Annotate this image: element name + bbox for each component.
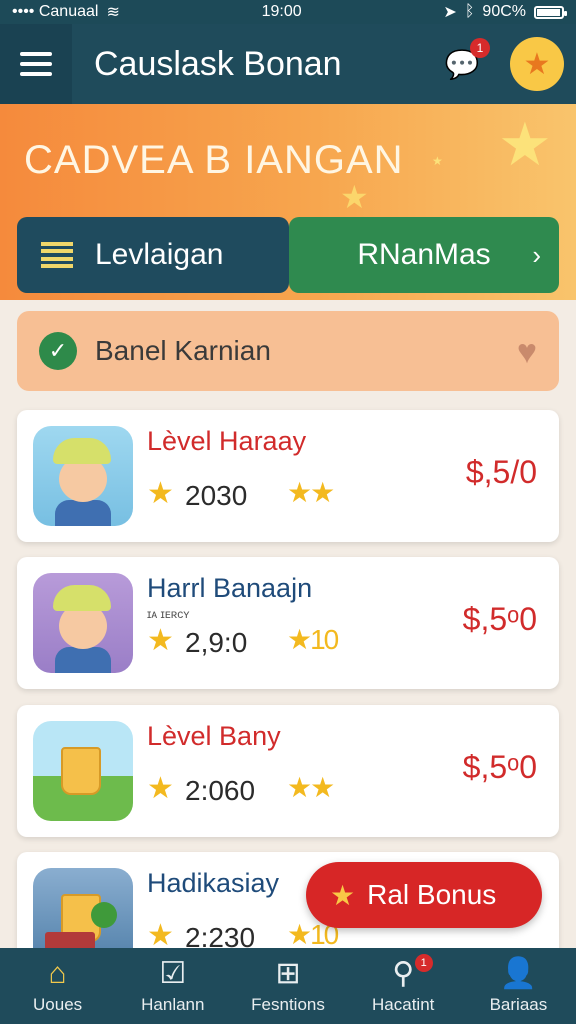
nav-item-tasks[interactable]: ☑ Hanlann xyxy=(115,948,230,1024)
level-rating: ★10 xyxy=(287,624,339,655)
star-icon: ★ xyxy=(523,47,551,81)
wifi-icon: ≋ xyxy=(106,4,120,21)
person-icon: 👤 xyxy=(499,957,538,990)
level-card[interactable]: Harrl Banaajn ɪᴀ ɪᴇʀᴄʏ ★ 2,9:0 ★10 $,5ᵒ0 xyxy=(17,557,559,689)
level-thumbnail xyxy=(33,426,133,526)
nav-label: Hacatint xyxy=(372,995,435,1014)
level-name: Lèvel Bany xyxy=(147,721,281,751)
bluetooth-icon: ᛒ xyxy=(464,3,475,20)
location-icon: ➤ xyxy=(443,4,457,21)
carrier-label: •••• Canuaal xyxy=(12,3,99,20)
level-price: $,5ᵒ0 xyxy=(462,749,537,785)
status-bar: •••• Canuaal ≋ 19:00 ➤ ᛒ 90C% xyxy=(0,0,576,24)
level-score: 2,9:0 xyxy=(185,627,248,658)
menu-button[interactable] xyxy=(0,24,72,104)
score-star-icon: ★ xyxy=(147,772,174,805)
battery-percent: 90C% xyxy=(482,3,526,20)
level-price: $,5/0 xyxy=(465,454,537,490)
nav-badge: 1 xyxy=(414,954,433,972)
nav-label: Bariaas xyxy=(489,995,548,1014)
hero-title: CADVEA B IANGAN xyxy=(24,138,404,182)
decorative-star-icon: ★ xyxy=(498,111,552,178)
level-rating: ★★ xyxy=(287,772,335,803)
favorites-button[interactable]: ★ xyxy=(510,37,564,91)
score-star-icon: ★ xyxy=(147,624,174,657)
checkbox-icon: ☑ xyxy=(159,957,187,990)
level-name: Harrl Banaajn xyxy=(147,573,313,603)
level-name: Hadikasiay xyxy=(147,868,280,898)
status-time: 19:00 xyxy=(261,3,302,20)
nav-item-profile[interactable]: 👤 Bariaas xyxy=(461,948,576,1024)
level-thumbnail xyxy=(33,721,133,821)
level-card[interactable]: Lèvel Haraay ★ 2030 ★★ $,5/0 xyxy=(17,410,559,542)
bonus-button[interactable]: ★ Ral Bonus xyxy=(306,862,542,928)
level-thumbnail xyxy=(33,573,133,673)
heart-icon[interactable]: ♥ xyxy=(517,333,537,372)
app-bar: Causlask Bonan 💬 1 ★ xyxy=(0,24,576,104)
tab-rankings[interactable]: RNanMas › xyxy=(289,217,559,293)
level-subtitle: ɪᴀ ɪᴇʀᴄʏ xyxy=(147,607,190,621)
tab-levels[interactable]: Levlaigan xyxy=(17,217,289,293)
nav-label: Hanlann xyxy=(141,995,205,1014)
tab-rankings-label: RNanMas xyxy=(357,238,491,271)
check-circle-icon: ✓ xyxy=(39,332,77,370)
chevron-right-icon: › xyxy=(532,239,541,270)
basket-icon: ⊞ xyxy=(275,957,301,990)
hamburger-icon xyxy=(20,52,52,76)
bonus-button-label: Ral Bonus xyxy=(367,879,497,910)
level-score: 2030 xyxy=(185,480,248,511)
score-star-icon: ★ xyxy=(147,477,174,510)
notification-button[interactable]: 💬 1 xyxy=(442,38,490,84)
level-card[interactable]: Lèvel Bany ★ 2:060 ★★ $,5ᵒ0 xyxy=(17,705,559,837)
search-icon: ⚲ xyxy=(392,957,415,990)
banner-label: Banel Karnian xyxy=(95,335,271,366)
level-rating: ★★ xyxy=(287,477,335,508)
star-icon: ★ xyxy=(330,879,356,911)
list-icon xyxy=(41,242,73,268)
level-name: Lèvel Haraay xyxy=(147,426,307,456)
level-price: $,5ᵒ0 xyxy=(462,601,537,637)
decorative-star-icon: ★ xyxy=(340,179,369,215)
level-score: 2:060 xyxy=(185,775,256,806)
nav-label: Fesntions xyxy=(251,995,325,1014)
decorative-star-icon: ★ xyxy=(432,154,443,168)
nav-item-shop[interactable]: ⊞ Fesntions xyxy=(230,948,345,1024)
nav-item-search[interactable]: ⚲ 1 Hacatint xyxy=(346,948,461,1024)
tab-levels-label: Levlaigan xyxy=(95,238,224,271)
nav-label: Uoues xyxy=(33,995,83,1014)
battery-icon xyxy=(534,5,567,19)
app-title: Causlask Bonan xyxy=(94,44,342,83)
nav-item-home[interactable]: ⌂ Uoues xyxy=(0,948,115,1024)
bottom-nav: ⌂ Uoues ☑ Hanlann ⊞ Fesntions ⚲ 1 Hacati… xyxy=(0,948,576,1024)
battery-fill xyxy=(537,8,561,16)
notification-badge: 1 xyxy=(470,38,490,58)
info-banner[interactable]: ✓ Banel Karnian ♥ xyxy=(17,311,559,391)
home-icon: ⌂ xyxy=(48,957,67,990)
